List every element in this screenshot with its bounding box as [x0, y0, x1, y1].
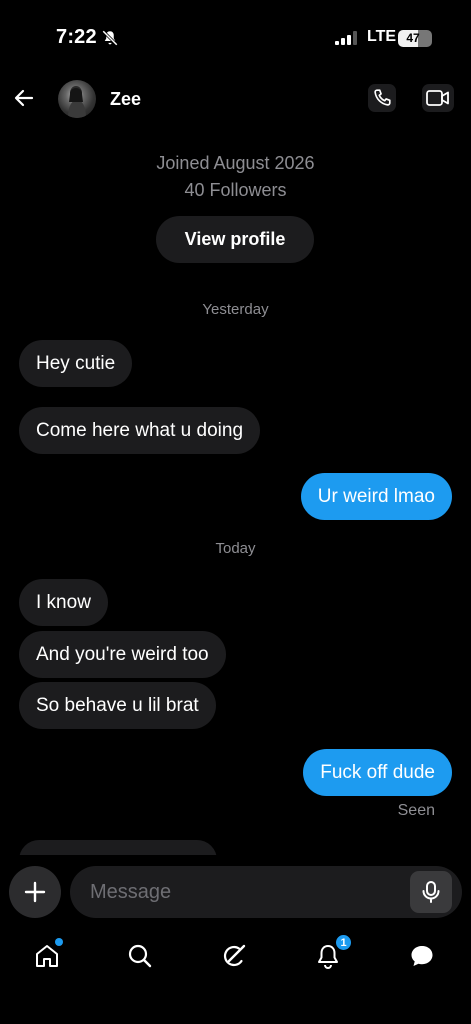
view-profile-button[interactable]: View profile: [156, 216, 314, 263]
message-bubble-incoming[interactable]: And you're weird too: [19, 631, 226, 678]
tab-home[interactable]: [29, 938, 65, 974]
message-bubble-outgoing[interactable]: Fuck off dude: [303, 749, 452, 796]
call-button[interactable]: [368, 84, 396, 112]
tab-notifications[interactable]: 1: [310, 934, 352, 974]
bell-off-icon: [102, 30, 118, 46]
seen-receipt: Seen: [397, 802, 435, 819]
avatar[interactable]: [58, 80, 96, 118]
message-bubble-incoming[interactable]: So behave u lil brat: [19, 682, 216, 729]
messages-icon: [411, 946, 433, 966]
home-icon: [36, 945, 58, 967]
message-box[interactable]: [70, 866, 462, 918]
notification-badge: 1: [335, 934, 352, 951]
message-bubble-incoming[interactable]: Hey cutie: [19, 340, 133, 387]
phone-icon: [374, 89, 391, 106]
battery-icon: 47: [398, 30, 432, 47]
voice-message-button[interactable]: [410, 871, 452, 913]
plus-icon: [24, 881, 46, 903]
message-bubble-incoming[interactable]: I know: [19, 579, 108, 626]
network-type: LTE: [367, 28, 397, 45]
date-separator-today: Today: [215, 540, 256, 557]
avatar-photo: [68, 86, 86, 118]
grok-icon: [223, 944, 246, 967]
search-icon: [128, 944, 152, 968]
back-button[interactable]: [8, 80, 40, 116]
scroll-edge: [0, 855, 471, 865]
message-composer: [0, 866, 471, 922]
message-input[interactable]: [90, 866, 400, 918]
microphone-icon: [422, 881, 440, 903]
bottom-tab-bar: 1: [0, 930, 471, 980]
new-activity-dot: [55, 938, 63, 946]
battery-level: 47: [406, 31, 420, 45]
tab-grok[interactable]: [216, 938, 252, 974]
cellular-signal-icon: [335, 31, 357, 45]
contact-name[interactable]: Zee: [110, 89, 141, 110]
followers-count: 40 Followers: [184, 180, 287, 200]
video-camera-icon: [426, 90, 449, 106]
status-time: 7:22: [56, 26, 97, 48]
status-bar: 7:22 LTE 47: [0, 0, 471, 70]
chat-header: Zee: [0, 70, 471, 128]
joined-date: Joined August 2026: [156, 153, 315, 173]
back-arrow-icon: [14, 89, 34, 107]
video-call-button[interactable]: [422, 84, 454, 112]
message-bubble-outgoing[interactable]: Ur weird lmao: [300, 473, 452, 520]
date-separator-yesterday: Yesterday: [202, 301, 269, 318]
profile-summary: Joined August 2026 40 Followers: [0, 150, 471, 204]
message-bubble-incoming[interactable]: Come here what u doing: [19, 407, 261, 454]
add-attachment-button[interactable]: [9, 866, 61, 918]
tab-messages[interactable]: [404, 938, 440, 974]
tab-search[interactable]: [122, 938, 158, 974]
